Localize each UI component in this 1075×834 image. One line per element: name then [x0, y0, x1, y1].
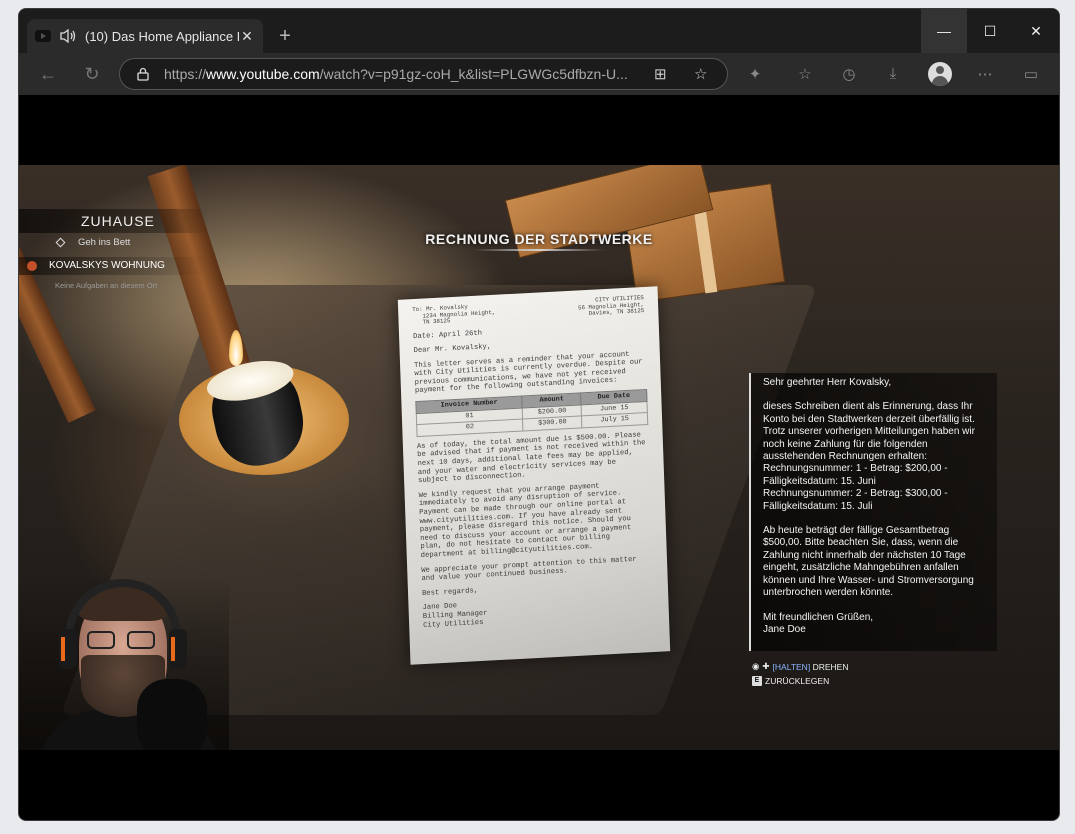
history-icon[interactable]: ◷ — [839, 65, 859, 83]
title-bar: (10) Das Home Appliance Ho ✕ + — ☐ ✕ — [19, 9, 1059, 53]
hud-note: Keine Aufgaben an diesem Ort — [55, 281, 158, 290]
headset — [65, 579, 181, 669]
favorite-star-icon[interactable]: ☆ — [694, 65, 707, 83]
more-menu-icon[interactable]: ⋯ — [975, 65, 995, 83]
favorites-icon[interactable]: ☆ — [795, 65, 815, 83]
close-window-button[interactable]: ✕ — [1013, 9, 1059, 53]
lock-icon — [137, 67, 149, 81]
extensions-icon[interactable]: ✦ — [745, 65, 765, 83]
browser-toolbar: ← ↻ https://www.youtube.com/watch?v=p91g… — [19, 53, 1059, 95]
youtube-favicon-icon — [35, 30, 51, 42]
key-e-icon: E — [752, 676, 762, 686]
invoice-table: Invoice Number Amount Due Date 01 $200.00 Ju… — [415, 389, 648, 437]
hud-section: KOVALSKYS WOHNUNG — [19, 257, 209, 275]
mouse-icon: ◉ — [752, 661, 760, 671]
maximize-button[interactable]: ☐ — [967, 9, 1013, 53]
url-text: https://www.youtube.com/watch?v=p91gz-co… — [164, 66, 628, 82]
hud-location: ZUHAUSE — [19, 209, 209, 233]
profile-avatar[interactable] — [928, 62, 952, 86]
app-available-icon[interactable]: ⊞ — [654, 65, 667, 83]
sidebar-toggle-icon[interactable]: ▭ — [1021, 65, 1041, 83]
close-tab-icon[interactable]: ✕ — [239, 28, 255, 45]
tab-title: (10) Das Home Appliance Ho — [85, 28, 239, 44]
browser-tab[interactable]: (10) Das Home Appliance Ho ✕ — [27, 19, 263, 53]
rotate-hint: ◉ ✚ [HALTEN] DREHEN — [752, 661, 849, 672]
browser-window: (10) Das Home Appliance Ho ✕ + — ☐ ✕ ← ↻… — [18, 8, 1060, 821]
move-icon: ✚ — [762, 661, 770, 671]
webcam-overlay — [19, 575, 229, 750]
downloads-icon[interactable]: ⤓ — [883, 65, 903, 82]
put-back-hint: E ZURÜCKLEGEN — [752, 676, 829, 686]
document-title: RECHNUNG DER STADTWERKE — [425, 231, 653, 247]
back-arrow-icon[interactable]: ← — [37, 64, 59, 85]
utility-letter[interactable]: To: Mr. Kovalsky 1234 Magnolia Height, TN … — [397, 286, 671, 665]
video-player[interactable]: To: Mr. Kovalsky 1234 Magnolia Height, TN … — [19, 165, 1059, 750]
refresh-icon[interactable]: ↻ — [81, 64, 103, 85]
location-marker-icon — [27, 261, 37, 271]
minimize-button[interactable]: — — [921, 9, 967, 53]
translation-panel: Sehr geehrter Herr Kovalsky, dieses Schr… — [749, 373, 997, 651]
address-bar[interactable]: https://www.youtube.com/watch?v=p91gz-co… — [119, 58, 728, 90]
speaker-icon[interactable] — [59, 28, 77, 44]
microphone — [137, 679, 207, 750]
new-tab-button[interactable]: + — [273, 25, 297, 48]
